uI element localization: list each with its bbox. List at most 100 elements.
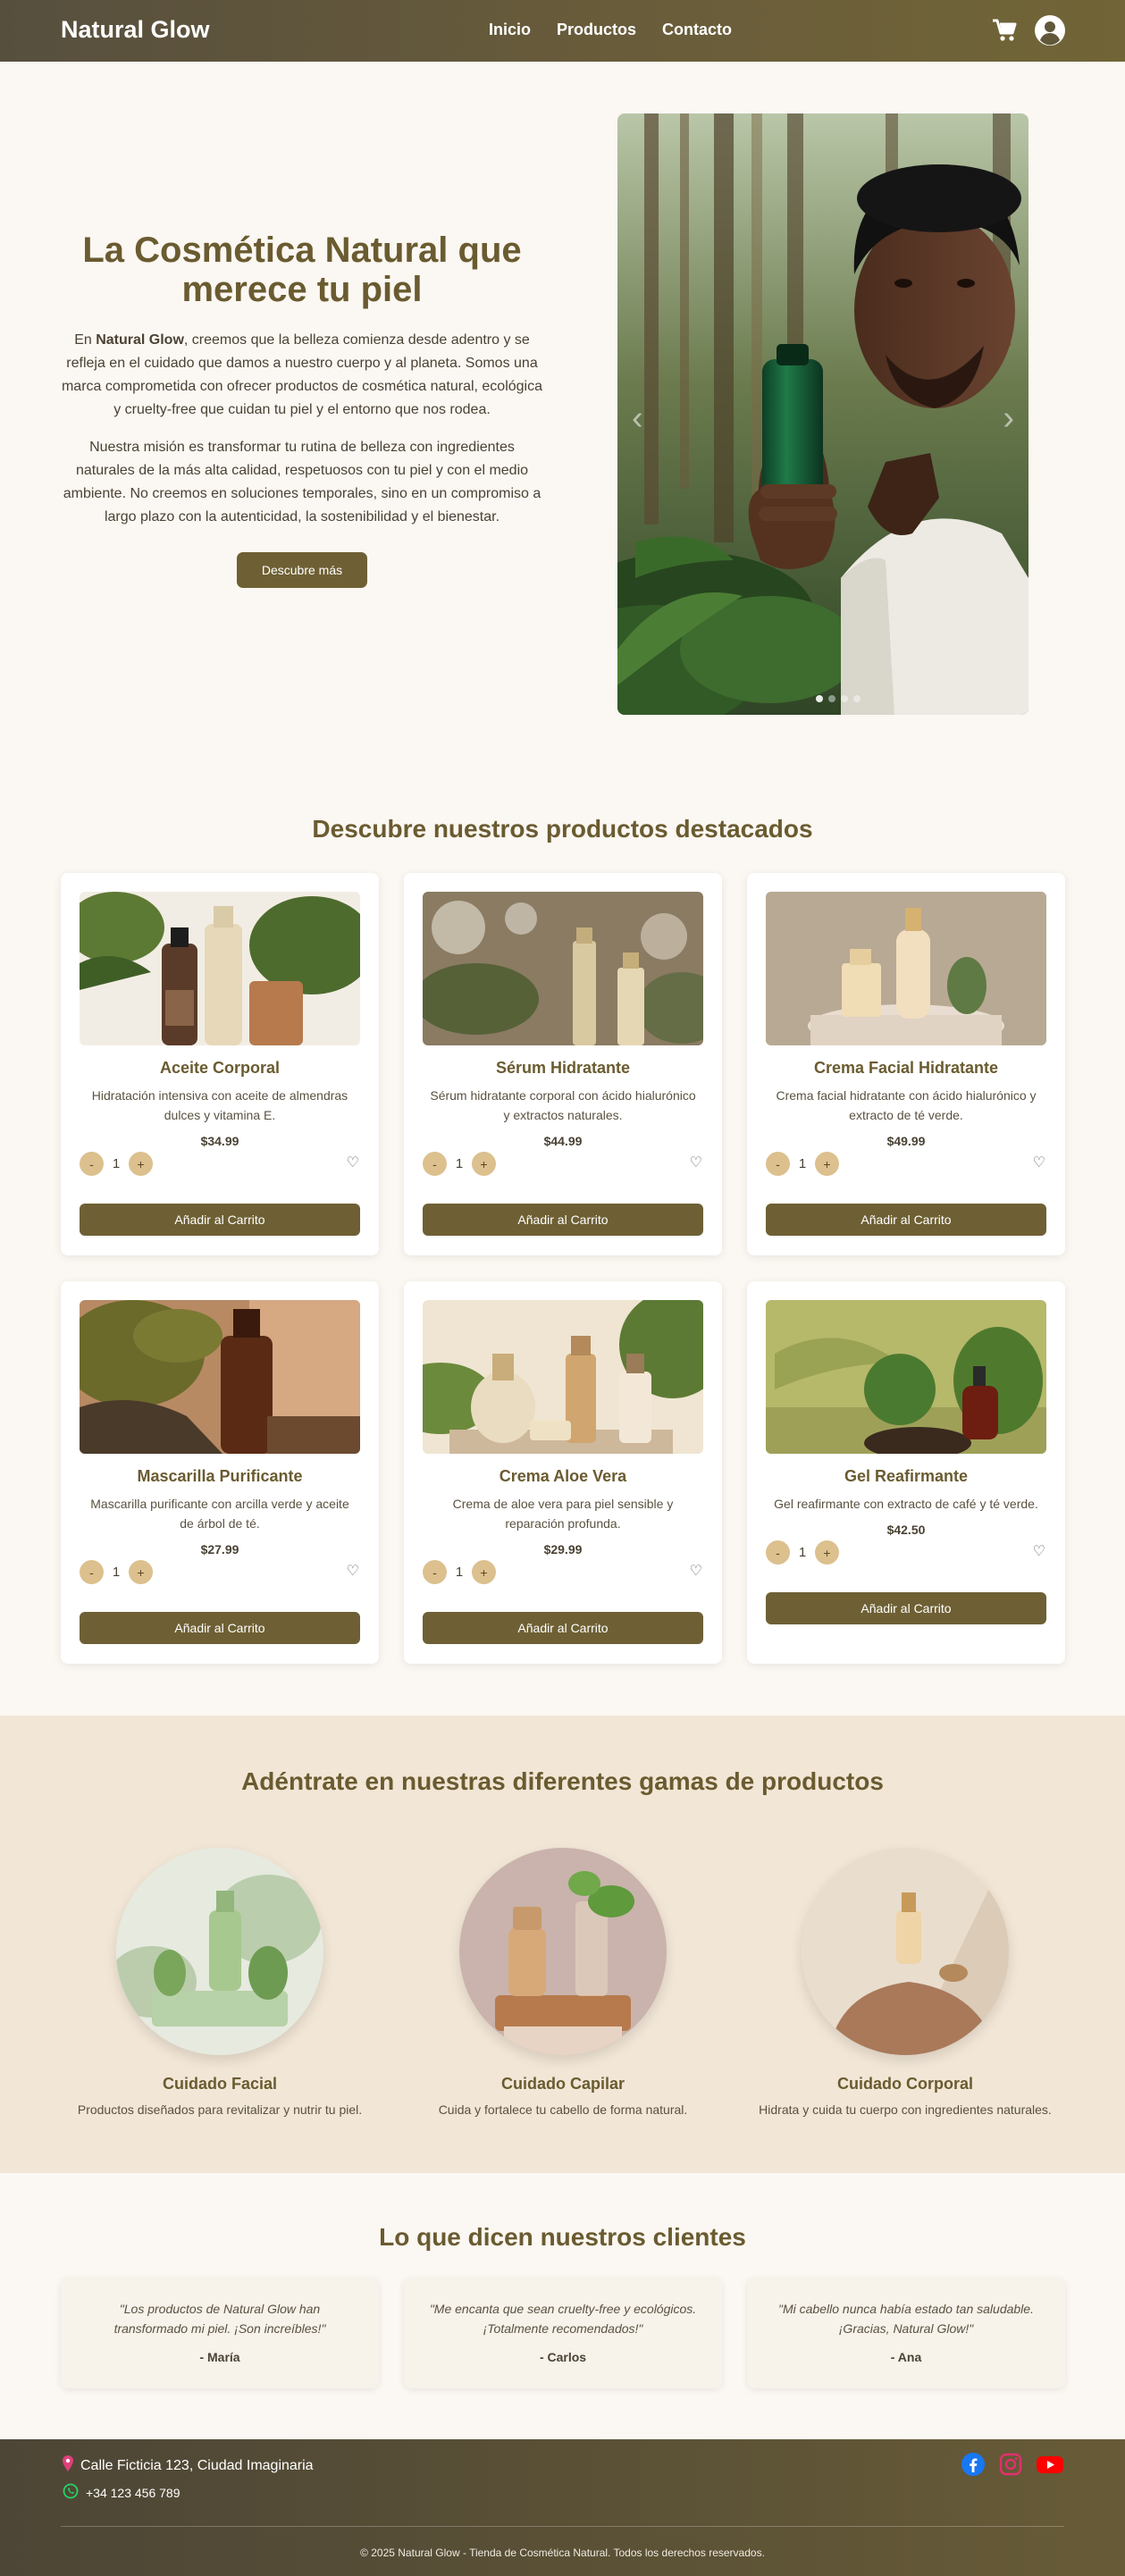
nav-icons — [991, 14, 1066, 46]
brand-logo[interactable]: Natural Glow — [61, 16, 210, 44]
youtube-icon[interactable] — [1036, 2452, 1064, 2481]
range-card-capilar[interactable]: Cuidado Capilar Cuida y fortalece tu cab… — [411, 1848, 715, 2117]
product-price: $49.99 — [886, 1134, 926, 1148]
address-text: Calle Ficticia 123, Ciudad Imaginaria — [80, 2457, 314, 2473]
quantity-stepper: - 1 + — [80, 1560, 153, 1584]
decrease-quantity-button[interactable]: - — [766, 1540, 790, 1565]
range-name: Cuidado Facial — [162, 2075, 278, 2093]
increase-quantity-button[interactable]: + — [472, 1152, 496, 1176]
nav-link-productos[interactable]: Productos — [557, 21, 636, 39]
range-image[interactable] — [459, 1848, 667, 2055]
testimonial-quote: "Me encanta que sean cruelty-free y ecol… — [429, 2302, 697, 2336]
add-to-cart-button[interactable]: Añadir al Carrito — [423, 1204, 703, 1236]
decrease-quantity-button[interactable]: - — [423, 1152, 447, 1176]
add-to-cart-button[interactable]: Añadir al Carrito — [80, 1204, 360, 1236]
product-name: Gel Reafirmante — [844, 1467, 969, 1485]
increase-quantity-button[interactable]: + — [472, 1560, 496, 1584]
testimonial-card: "Los productos de Natural Glow han trans… — [61, 2278, 379, 2388]
testimonial-card: "Me encanta que sean cruelty-free y ecol… — [404, 2278, 722, 2388]
product-price: $34.99 — [200, 1134, 239, 1148]
product-image[interactable] — [766, 1300, 1046, 1454]
product-name: Crema Facial Hidratante — [813, 1059, 999, 1077]
product-image[interactable] — [423, 1300, 703, 1454]
carousel-dot[interactable] — [853, 695, 861, 702]
product-card: Mascarilla Purificante Mascarilla purifi… — [61, 1281, 379, 1664]
testimonial-quote: "Mi cabello nunca había estado tan salud… — [778, 2302, 1034, 2336]
cart-icon[interactable] — [991, 18, 1018, 43]
add-to-cart-button[interactable]: Añadir al Carrito — [423, 1612, 703, 1644]
favorite-heart-icon[interactable]: ♡ — [1033, 1154, 1045, 1171]
social-links — [961, 2452, 1064, 2481]
hero-brand-mention: Natural Glow — [96, 332, 184, 348]
testimonials-title: Lo que dicen nuestros clientes — [379, 2223, 746, 2251]
favorite-heart-icon[interactable]: ♡ — [1033, 1542, 1045, 1560]
nav-link-contacto[interactable]: Contacto — [662, 21, 732, 39]
testimonial-author: - Carlos — [539, 2350, 587, 2364]
user-account-icon[interactable] — [1034, 14, 1066, 46]
product-ranges-section: Adéntrate en nuestras diferentes gamas d… — [0, 1716, 1125, 2173]
discover-more-button[interactable]: Descubre más — [236, 552, 368, 588]
decrease-quantity-button[interactable]: - — [766, 1152, 790, 1176]
product-image[interactable] — [423, 892, 703, 1045]
footer-address: Calle Ficticia 123, Ciudad Imaginaria — [63, 2455, 314, 2476]
hero-title: La Cosmética Natural que merece tu piel — [82, 231, 522, 309]
range-description: Productos diseñados para revitalizar y n… — [77, 2102, 363, 2117]
product-image[interactable] — [80, 892, 360, 1045]
quantity-stepper: - 1 + — [80, 1152, 153, 1176]
quantity-value: 1 — [112, 1156, 121, 1171]
product-image[interactable] — [80, 1300, 360, 1454]
featured-title: Descubre nuestros productos destacados — [312, 815, 813, 843]
range-card-corporal[interactable]: Cuidado Corporal Hidrata y cuida tu cuer… — [753, 1848, 1057, 2117]
product-card: Gel Reafirmante Gel reafirmante con extr… — [747, 1281, 1065, 1664]
product-image[interactable] — [766, 892, 1046, 1045]
increase-quantity-button[interactable]: + — [129, 1560, 153, 1584]
quantity-value: 1 — [455, 1156, 464, 1171]
product-description: Crema facial hidratante con ácido hialur… — [776, 1088, 1037, 1122]
quantity-value: 1 — [455, 1565, 464, 1580]
range-name: Cuidado Corporal — [837, 2075, 973, 2093]
favorite-heart-icon[interactable]: ♡ — [690, 1562, 702, 1580]
favorite-heart-icon[interactable]: ♡ — [347, 1562, 359, 1580]
carousel-dot[interactable] — [841, 695, 848, 702]
range-name: Cuidado Capilar — [500, 2075, 625, 2093]
increase-quantity-button[interactable]: + — [815, 1152, 839, 1176]
testimonial-author: - María — [199, 2350, 240, 2364]
top-navbar: Natural Glow Inicio Productos Contacto — [0, 0, 1125, 62]
add-to-cart-button[interactable]: Añadir al Carrito — [80, 1612, 360, 1644]
decrease-quantity-button[interactable]: - — [423, 1560, 447, 1584]
product-card: Crema Aloe Vera Crema de aloe vera para … — [404, 1281, 722, 1664]
quantity-value: 1 — [112, 1565, 121, 1580]
range-image[interactable] — [802, 1848, 1009, 2055]
product-card: Crema Facial Hidratante Crema facial hid… — [747, 873, 1065, 1255]
footer-phone: +34 123 456 789 — [63, 2483, 181, 2502]
nav-link-inicio[interactable]: Inicio — [489, 21, 531, 39]
range-card-facial[interactable]: Cuidado Facial Productos diseñados para … — [68, 1848, 372, 2117]
increase-quantity-button[interactable]: + — [815, 1540, 839, 1565]
hero-carousel[interactable]: ‹ › — [617, 113, 1028, 715]
site-footer: Calle Ficticia 123, Ciudad Imaginaria +3… — [0, 2439, 1125, 2576]
ranges-title: Adéntrate en nuestras diferentes gamas d… — [241, 1767, 884, 1795]
product-price: $27.99 — [200, 1542, 239, 1557]
instagram-icon[interactable] — [998, 2452, 1023, 2481]
carousel-dot[interactable] — [828, 695, 835, 702]
carousel-next-button[interactable]: › — [1003, 399, 1014, 438]
favorite-heart-icon[interactable]: ♡ — [690, 1154, 702, 1171]
main-nav: Inicio Productos Contacto — [489, 21, 732, 39]
quantity-stepper: - 1 + — [423, 1560, 496, 1584]
carousel-prev-button[interactable]: ‹ — [632, 399, 643, 438]
footer-divider — [61, 2526, 1064, 2527]
hero-image — [617, 113, 1028, 715]
add-to-cart-button[interactable]: Añadir al Carrito — [766, 1592, 1046, 1624]
decrease-quantity-button[interactable]: - — [80, 1152, 104, 1176]
product-card: Sérum Hidratante Sérum hidratante corpor… — [404, 873, 722, 1255]
favorite-heart-icon[interactable]: ♡ — [347, 1154, 359, 1171]
product-name: Sérum Hidratante — [495, 1059, 631, 1077]
add-to-cart-button[interactable]: Añadir al Carrito — [766, 1204, 1046, 1236]
carousel-dot[interactable] — [816, 695, 823, 702]
range-image[interactable] — [116, 1848, 323, 2055]
facebook-icon[interactable] — [961, 2452, 986, 2481]
decrease-quantity-button[interactable]: - — [80, 1560, 104, 1584]
product-price: $44.99 — [543, 1134, 583, 1148]
increase-quantity-button[interactable]: + — [129, 1152, 153, 1176]
testimonial-card: "Mi cabello nunca había estado tan salud… — [747, 2278, 1065, 2388]
